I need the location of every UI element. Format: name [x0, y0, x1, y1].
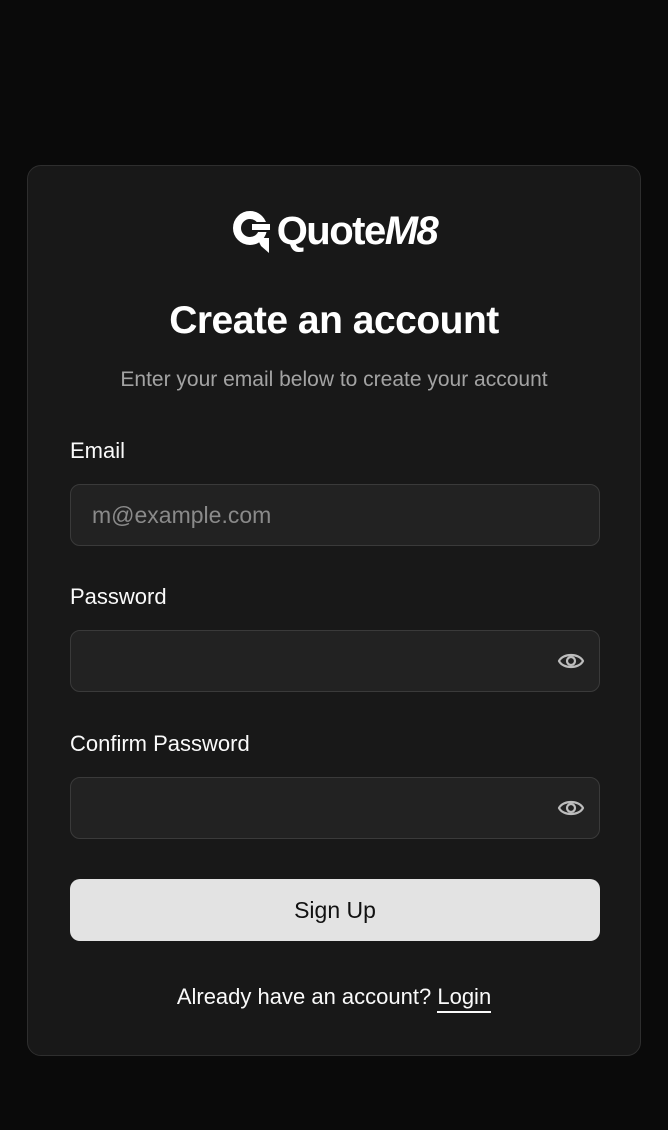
- brand-logo: QuoteM8: [28, 206, 640, 256]
- confirm-password-field[interactable]: [71, 778, 599, 838]
- confirm-password-label: Confirm Password: [70, 731, 250, 756]
- password-label: Password: [70, 584, 167, 609]
- brand-name-accent: M8: [384, 209, 439, 253]
- quote-bubble-icon: [231, 208, 271, 254]
- login-link[interactable]: Login: [437, 984, 492, 1013]
- email-field[interactable]: [71, 485, 599, 545]
- brand-name-main: Quote: [276, 209, 387, 253]
- email-label: Email: [70, 438, 126, 463]
- login-prompt: Already have an account? Login: [28, 984, 640, 1013]
- eye-icon[interactable]: [557, 796, 585, 820]
- confirm-password-field-container: [70, 777, 600, 839]
- password-field-container: [70, 630, 600, 692]
- sign-up-button[interactable]: Sign Up: [70, 879, 600, 941]
- login-prompt-text: Already have an account?: [176, 984, 432, 1009]
- email-field-container: [70, 484, 600, 546]
- password-field[interactable]: [71, 631, 599, 691]
- page-subtitle: Enter your email below to create your ac…: [120, 368, 548, 391]
- eye-icon[interactable]: [557, 649, 585, 673]
- page-title: Create an account: [169, 299, 499, 342]
- signup-card: QuoteM8 Create an account Enter your ema…: [27, 165, 641, 1056]
- brand-name: QuoteM8: [276, 209, 439, 253]
